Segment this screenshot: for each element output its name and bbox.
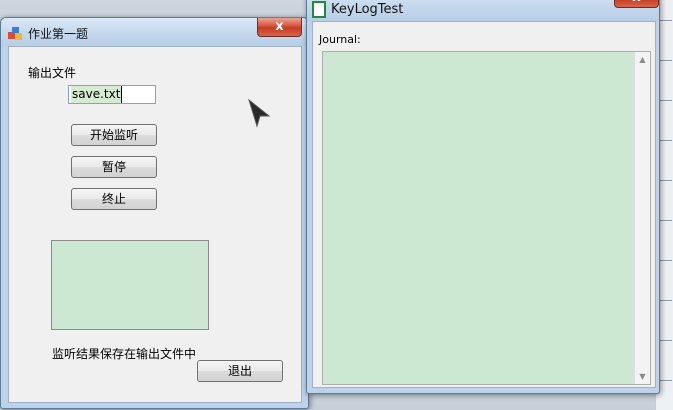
scroll-up-icon[interactable]: ▲ [635,52,650,67]
keylogtest-client-area: Journal: ▲ ▼ [312,21,656,388]
mouse-cursor-icon [248,98,271,128]
window-title: KeyLogTest [331,2,404,17]
journal-label: Journal: [319,33,361,46]
status-note: 监听结果保存在输出文件中 [52,347,197,361]
window-title: 作业第一题 [28,27,89,41]
homework-titlebar[interactable]: 作业第一题 x [1,18,308,46]
status-panel [51,240,209,330]
homework-window: 作业第一题 x 输出文件 save.txt 开始监听 暂停 终止 监听结果保存在… [0,17,309,409]
scroll-down-icon[interactable]: ▼ [635,369,650,384]
app-icon [7,25,23,41]
pause-button[interactable]: 暂停 [71,156,157,178]
close-button[interactable]: x [614,0,659,8]
stop-button[interactable]: 终止 [71,188,157,210]
output-filename-input[interactable]: save.txt [68,85,156,104]
app-icon [312,1,326,18]
start-listening-button[interactable]: 开始监听 [71,124,157,146]
filename-value: save.txt [71,86,123,103]
close-button[interactable]: x [257,18,302,37]
exit-button[interactable]: 退出 [197,360,283,382]
keylogtest-window: KeyLogTest x Journal: ▲ ▼ [306,0,660,394]
journal-scrollbar[interactable]: ▲ ▼ [634,52,650,384]
journal-textarea[interactable]: ▲ ▼ [322,51,651,385]
output-file-label: 输出文件 [28,66,77,80]
keylogtest-titlebar[interactable]: KeyLogTest x [307,0,659,21]
